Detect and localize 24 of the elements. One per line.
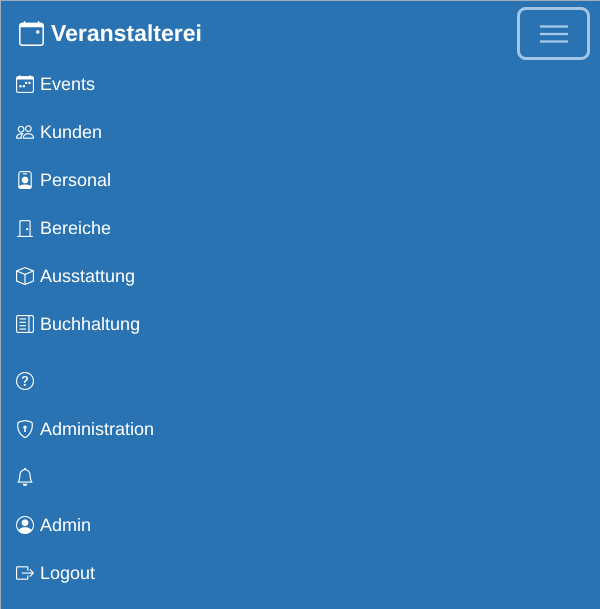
calendar-grid-icon (16, 75, 34, 93)
id-badge-icon (16, 171, 34, 189)
brand-link[interactable]: Veranstalterei (19, 21, 202, 46)
nav-link[interactable]: Administration (16, 420, 154, 438)
nav-link[interactable]: Ausstattung (16, 267, 136, 285)
user-icon (16, 516, 34, 534)
box-icon (16, 267, 34, 285)
help-icon[interactable] (16, 372, 34, 390)
nav-link[interactable]: Logout (16, 564, 96, 582)
calendar-icon (19, 21, 44, 46)
document-icon (16, 315, 34, 333)
people-icon (16, 123, 34, 141)
bell-icon[interactable] (16, 468, 34, 486)
shield-lock-icon (16, 420, 34, 438)
nav-link[interactable]: Buchhaltung (16, 315, 140, 333)
door-icon (16, 219, 34, 237)
nav-link[interactable]: Personal (16, 171, 112, 189)
logout-icon (16, 564, 34, 582)
nav-link[interactable]: Admin (16, 516, 92, 534)
nav-link[interactable]: Events (16, 75, 96, 93)
menu-icon (540, 24, 568, 42)
menu-toggle-button[interactable] (517, 7, 590, 60)
nav-link[interactable]: Kunden (16, 123, 102, 141)
nav-link[interactable]: Bereiche (16, 219, 112, 237)
